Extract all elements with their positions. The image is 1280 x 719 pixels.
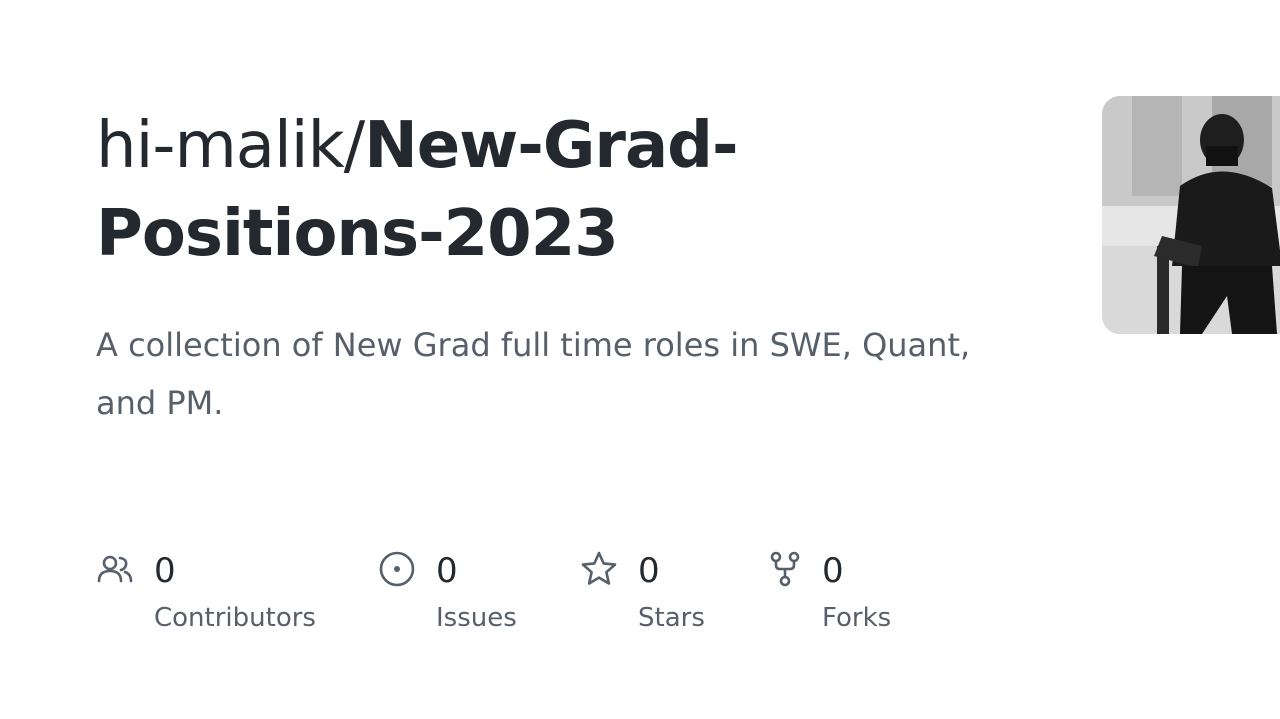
repo-description: A collection of New Grad full time roles… — [96, 326, 971, 422]
star-icon — [581, 551, 617, 585]
issue-icon — [379, 551, 415, 587]
repo-social-card: hi-malik/New-Grad-Positions-2023 A colle… — [0, 0, 1280, 719]
owner-avatar[interactable] — [1102, 96, 1280, 334]
stat-contributors[interactable]: 0 Contributors — [96, 546, 336, 646]
repo-owner[interactable]: hi-malik/ — [96, 109, 365, 183]
stat-stars[interactable]: 0 Stars — [580, 546, 740, 646]
forks-count: 0 — [822, 551, 844, 591]
forks-label: Forks — [822, 603, 892, 633]
stat-forks[interactable]: 0 Forks — [766, 546, 926, 646]
avatar-photo — [1102, 96, 1280, 334]
contributors-count: 0 — [154, 551, 176, 591]
repo-title[interactable]: hi-malik/New-Grad-Positions-2023 — [96, 102, 996, 278]
stars-label: Stars — [638, 603, 705, 633]
stat-issues[interactable]: 0 Issues — [378, 546, 558, 646]
issues-count: 0 — [436, 551, 458, 591]
people-icon — [97, 555, 133, 583]
issues-label: Issues — [436, 603, 517, 633]
fork-icon — [770, 551, 800, 587]
stars-count: 0 — [638, 551, 660, 591]
contributors-label: Contributors — [154, 603, 316, 633]
